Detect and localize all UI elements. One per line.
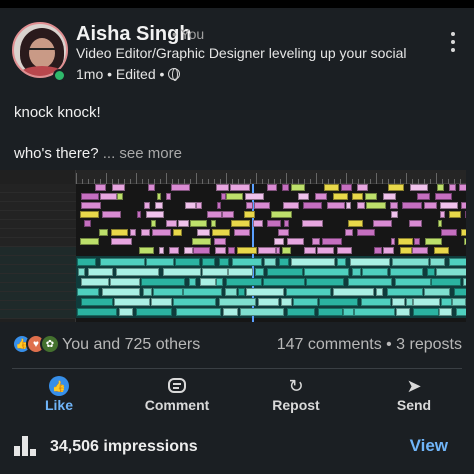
post-text-line2-content: who's there? xyxy=(14,145,99,162)
repost-label: Repost xyxy=(272,397,320,413)
reaction-icons[interactable]: 👍 ♥ ✿ xyxy=(12,334,60,354)
send-button[interactable]: ➤ Send xyxy=(359,374,469,416)
see-more-link[interactable]: ... see more xyxy=(103,145,182,162)
impressions-count: 34,506 impressions xyxy=(50,438,198,455)
send-label: Send xyxy=(396,397,432,413)
post-meta-text: 1mo • Edited • xyxy=(76,66,165,82)
post-text-line1: knock knock! xyxy=(14,104,101,121)
like-button[interactable]: 👍 Like xyxy=(4,374,114,416)
repost-icon: ↻ xyxy=(288,376,304,396)
repost-button[interactable]: ↻ Repost xyxy=(241,374,351,416)
online-status-dot xyxy=(53,69,66,82)
timeline-ruler xyxy=(76,170,466,184)
author-relation: • You xyxy=(172,26,205,42)
reactions-count[interactable]: You and 725 others xyxy=(62,336,200,354)
post-text-line2: who's there? ... see more xyxy=(14,145,182,162)
support-icon: ✿ xyxy=(40,334,60,354)
like-label: Like xyxy=(44,397,73,413)
author-headline: Video Editor/Graphic Designer leveling u… xyxy=(76,45,406,61)
track-headers xyxy=(0,170,76,322)
comment-label: Comment xyxy=(144,397,210,413)
comment-icon xyxy=(168,378,186,393)
globe-icon xyxy=(168,68,181,81)
divider xyxy=(12,368,462,369)
thumbs-up-icon: 👍 xyxy=(49,376,69,396)
more-options-icon[interactable] xyxy=(446,32,460,56)
send-icon: ➤ xyxy=(406,376,422,396)
comments-reposts-count[interactable]: 147 comments • 3 reposts xyxy=(277,336,462,354)
bar-chart-icon xyxy=(14,436,40,456)
post-meta: 1mo • Edited • xyxy=(76,66,181,82)
post-card: Aisha Singh • You Video Editor/Graphic D… xyxy=(0,8,474,474)
view-analytics-link[interactable]: View xyxy=(410,436,448,456)
post-image[interactable] xyxy=(0,170,466,322)
timeline-tracks xyxy=(76,184,466,322)
comment-button[interactable]: Comment xyxy=(122,374,232,416)
